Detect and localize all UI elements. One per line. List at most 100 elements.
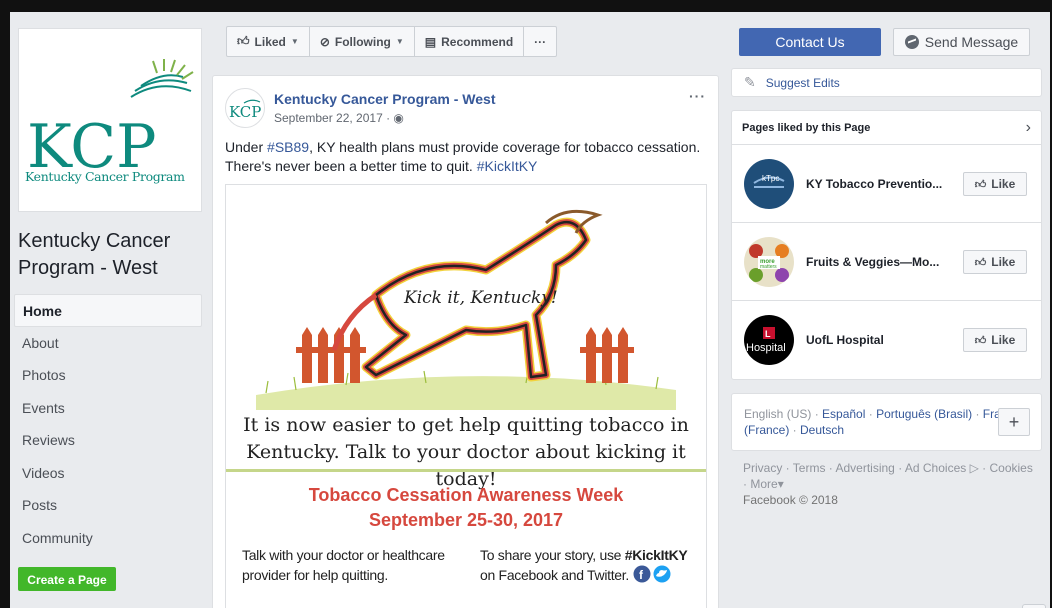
hashtag-link[interactable]: #KickItKY	[477, 158, 538, 174]
caret-down-icon: ▾	[777, 477, 784, 491]
liked-page-row: more matters Fruits & Veggies—Mo... 👍︎ L…	[732, 223, 1041, 301]
post-text: Under #SB89, KY health plans must provid…	[225, 138, 715, 176]
liked-page-row: kTpc KY Tobacco Preventio... 👍︎ Like	[732, 145, 1041, 223]
recommend-button[interactable]: ▤ Recommend	[415, 27, 525, 56]
thumbs-up-icon: 👍︎	[237, 34, 250, 48]
like-page-button[interactable]: 👍︎ Like	[963, 328, 1027, 352]
chat-tab-edge[interactable]	[1022, 604, 1046, 608]
post-author-name[interactable]: Kentucky Cancer Program - West	[274, 91, 495, 107]
suggest-edits-link[interactable]: ✎ Suggest Edits	[731, 68, 1042, 97]
nav-item-events[interactable]: Events	[14, 392, 202, 425]
kcp-logo: KCP Kentucky Cancer Program	[25, 59, 194, 184]
ky-tobacco-logo: kTpc	[753, 174, 785, 188]
page-action-bar: 👍︎ Liked ▼ ⊘ Following ▼ ▤ Recommend ···	[226, 26, 558, 57]
recommend-label: Recommend	[441, 34, 514, 49]
suggest-edits-label: Suggest Edits	[765, 75, 840, 90]
more-actions-label: ···	[534, 34, 547, 49]
image-left-column: Talk with your doctor or healthcare prov…	[242, 545, 445, 585]
language-card: English (US) · Español · Português (Bras…	[731, 393, 1042, 451]
page-nav: Home About Photos Events Reviews Videos …	[14, 294, 202, 554]
more-actions-button[interactable]: ···	[524, 27, 556, 56]
svg-text:KCP: KCP	[229, 103, 261, 121]
liked-page-name[interactable]: Fruits & Veggies—Mo...	[806, 255, 956, 269]
liked-page-avatar[interactable]: L Hospital	[744, 315, 794, 365]
language-link-portuguese[interactable]: Português (Brasil)	[876, 407, 972, 421]
image-event-title: Tobacco Cessation Awareness Week Septemb…	[226, 483, 706, 533]
liked-page-row: L Hospital UofL Hospital 👍︎ Like	[732, 301, 1041, 379]
contact-us-button[interactable]: Contact Us	[739, 28, 881, 56]
nav-item-reviews[interactable]: Reviews	[14, 424, 202, 457]
nav-item-videos[interactable]: Videos	[14, 457, 202, 490]
post-timestamp[interactable]: September 22, 2017 · ◉	[274, 111, 404, 125]
language-link-spanish[interactable]: Español	[822, 407, 865, 421]
logo-tagline: Kentucky Cancer Program	[25, 169, 185, 184]
following-label: Following	[334, 34, 391, 49]
post-options-button[interactable]: ···	[689, 88, 706, 104]
nav-item-photos[interactable]: Photos	[14, 359, 202, 392]
post-text-part: Under	[225, 139, 268, 155]
ad-choices-icon: ▷	[966, 461, 979, 475]
window-frame-top	[0, 0, 1052, 12]
image-title-line: September 25-30, 2017	[368, 510, 564, 530]
svg-text:Hospital: Hospital	[746, 342, 786, 354]
liked-label: Liked	[254, 34, 286, 49]
language-link-german[interactable]: Deutsch	[800, 423, 844, 437]
send-message-label: Send Message	[924, 34, 1019, 50]
post-author-avatar[interactable]: KCP	[225, 88, 265, 128]
nav-item-home[interactable]: Home	[14, 294, 202, 327]
nav-item-about[interactable]: About	[14, 327, 202, 360]
window-frame-left	[0, 0, 10, 608]
image-col-text: on Facebook and Twitter.	[480, 567, 629, 583]
footer-link-advertising[interactable]: Advertising	[835, 461, 894, 475]
liked-button[interactable]: 👍︎ Liked ▼	[227, 27, 310, 56]
kcp-small-logo: KCP	[229, 99, 261, 121]
post-image[interactable]: Kick it, Kentucky! It is now easier to g…	[225, 184, 707, 608]
image-col-text: To share your story, use	[480, 547, 625, 563]
caret-down-icon: ▼	[290, 37, 299, 46]
pages-liked-card: Pages liked by this Page › kTpc KY Tobac…	[731, 110, 1042, 380]
like-label: Like	[991, 333, 1016, 347]
send-message-button[interactable]: Send Message	[893, 28, 1030, 56]
pages-liked-header[interactable]: Pages liked by this Page ›	[732, 111, 1041, 145]
image-col-line: Talk with your doctor or healthcare	[242, 547, 445, 563]
thumbs-up-icon: 👍︎	[974, 334, 987, 347]
fruits-veggies-logo: more matters	[749, 243, 789, 282]
image-divider	[226, 469, 706, 472]
pencil-icon: ✎	[744, 74, 756, 90]
chevron-right-icon: ›	[1025, 118, 1031, 136]
nav-item-posts[interactable]: Posts	[14, 489, 202, 522]
pages-liked-title: Pages liked by this Page	[742, 121, 871, 134]
like-page-button[interactable]: 👍︎ Like	[963, 250, 1027, 274]
image-col-line: provider for help quitting.	[242, 567, 388, 583]
image-headline: It is now easier to get help quitting to…	[226, 412, 706, 493]
speech-bubble-icon: ▤	[424, 34, 437, 49]
caret-down-icon: ▼	[395, 37, 404, 46]
add-language-button[interactable]: +	[998, 408, 1030, 436]
liked-page-name[interactable]: KY Tobacco Preventio...	[806, 177, 956, 191]
svg-text:L: L	[765, 329, 771, 339]
liked-page-avatar[interactable]: kTpc	[744, 158, 794, 209]
footer-link-more[interactable]: More	[750, 477, 777, 491]
image-col-hashtag: #KickItKY	[624, 547, 688, 563]
liked-page-name[interactable]: UofL Hospital	[806, 333, 956, 347]
page-title[interactable]: Kentucky Cancer Program - West	[18, 228, 208, 282]
like-label: Like	[991, 255, 1016, 269]
create-page-button[interactable]: Create a Page	[18, 567, 116, 591]
liked-page-avatar[interactable]: more matters	[744, 236, 794, 287]
page-profile-picture[interactable]: KCP Kentucky Cancer Program	[18, 28, 202, 212]
following-button[interactable]: ⊘ Following ▼	[310, 27, 415, 56]
like-label: Like	[991, 177, 1016, 191]
copyright-text: Facebook © 2018	[743, 493, 838, 507]
hashtag-link[interactable]: #SB89	[267, 139, 309, 155]
footer-link-ad-choices[interactable]: Ad Choices	[905, 461, 966, 475]
svg-text:matters: matters	[760, 264, 777, 270]
image-right-column: To share your story, use #KickItKY on Fa…	[480, 545, 688, 585]
footer-link-terms[interactable]: Terms	[793, 461, 826, 475]
uofl-hospital-logo: L Hospital	[746, 327, 786, 354]
globe-icon: ◉	[393, 111, 404, 125]
footer-link-cookies[interactable]: Cookies	[989, 461, 1032, 475]
nav-item-community[interactable]: Community	[14, 522, 202, 555]
footer-link-privacy[interactable]: Privacy	[743, 461, 782, 475]
svg-text:kTpc: kTpc	[762, 174, 779, 183]
like-page-button[interactable]: 👍︎ Like	[963, 172, 1027, 196]
